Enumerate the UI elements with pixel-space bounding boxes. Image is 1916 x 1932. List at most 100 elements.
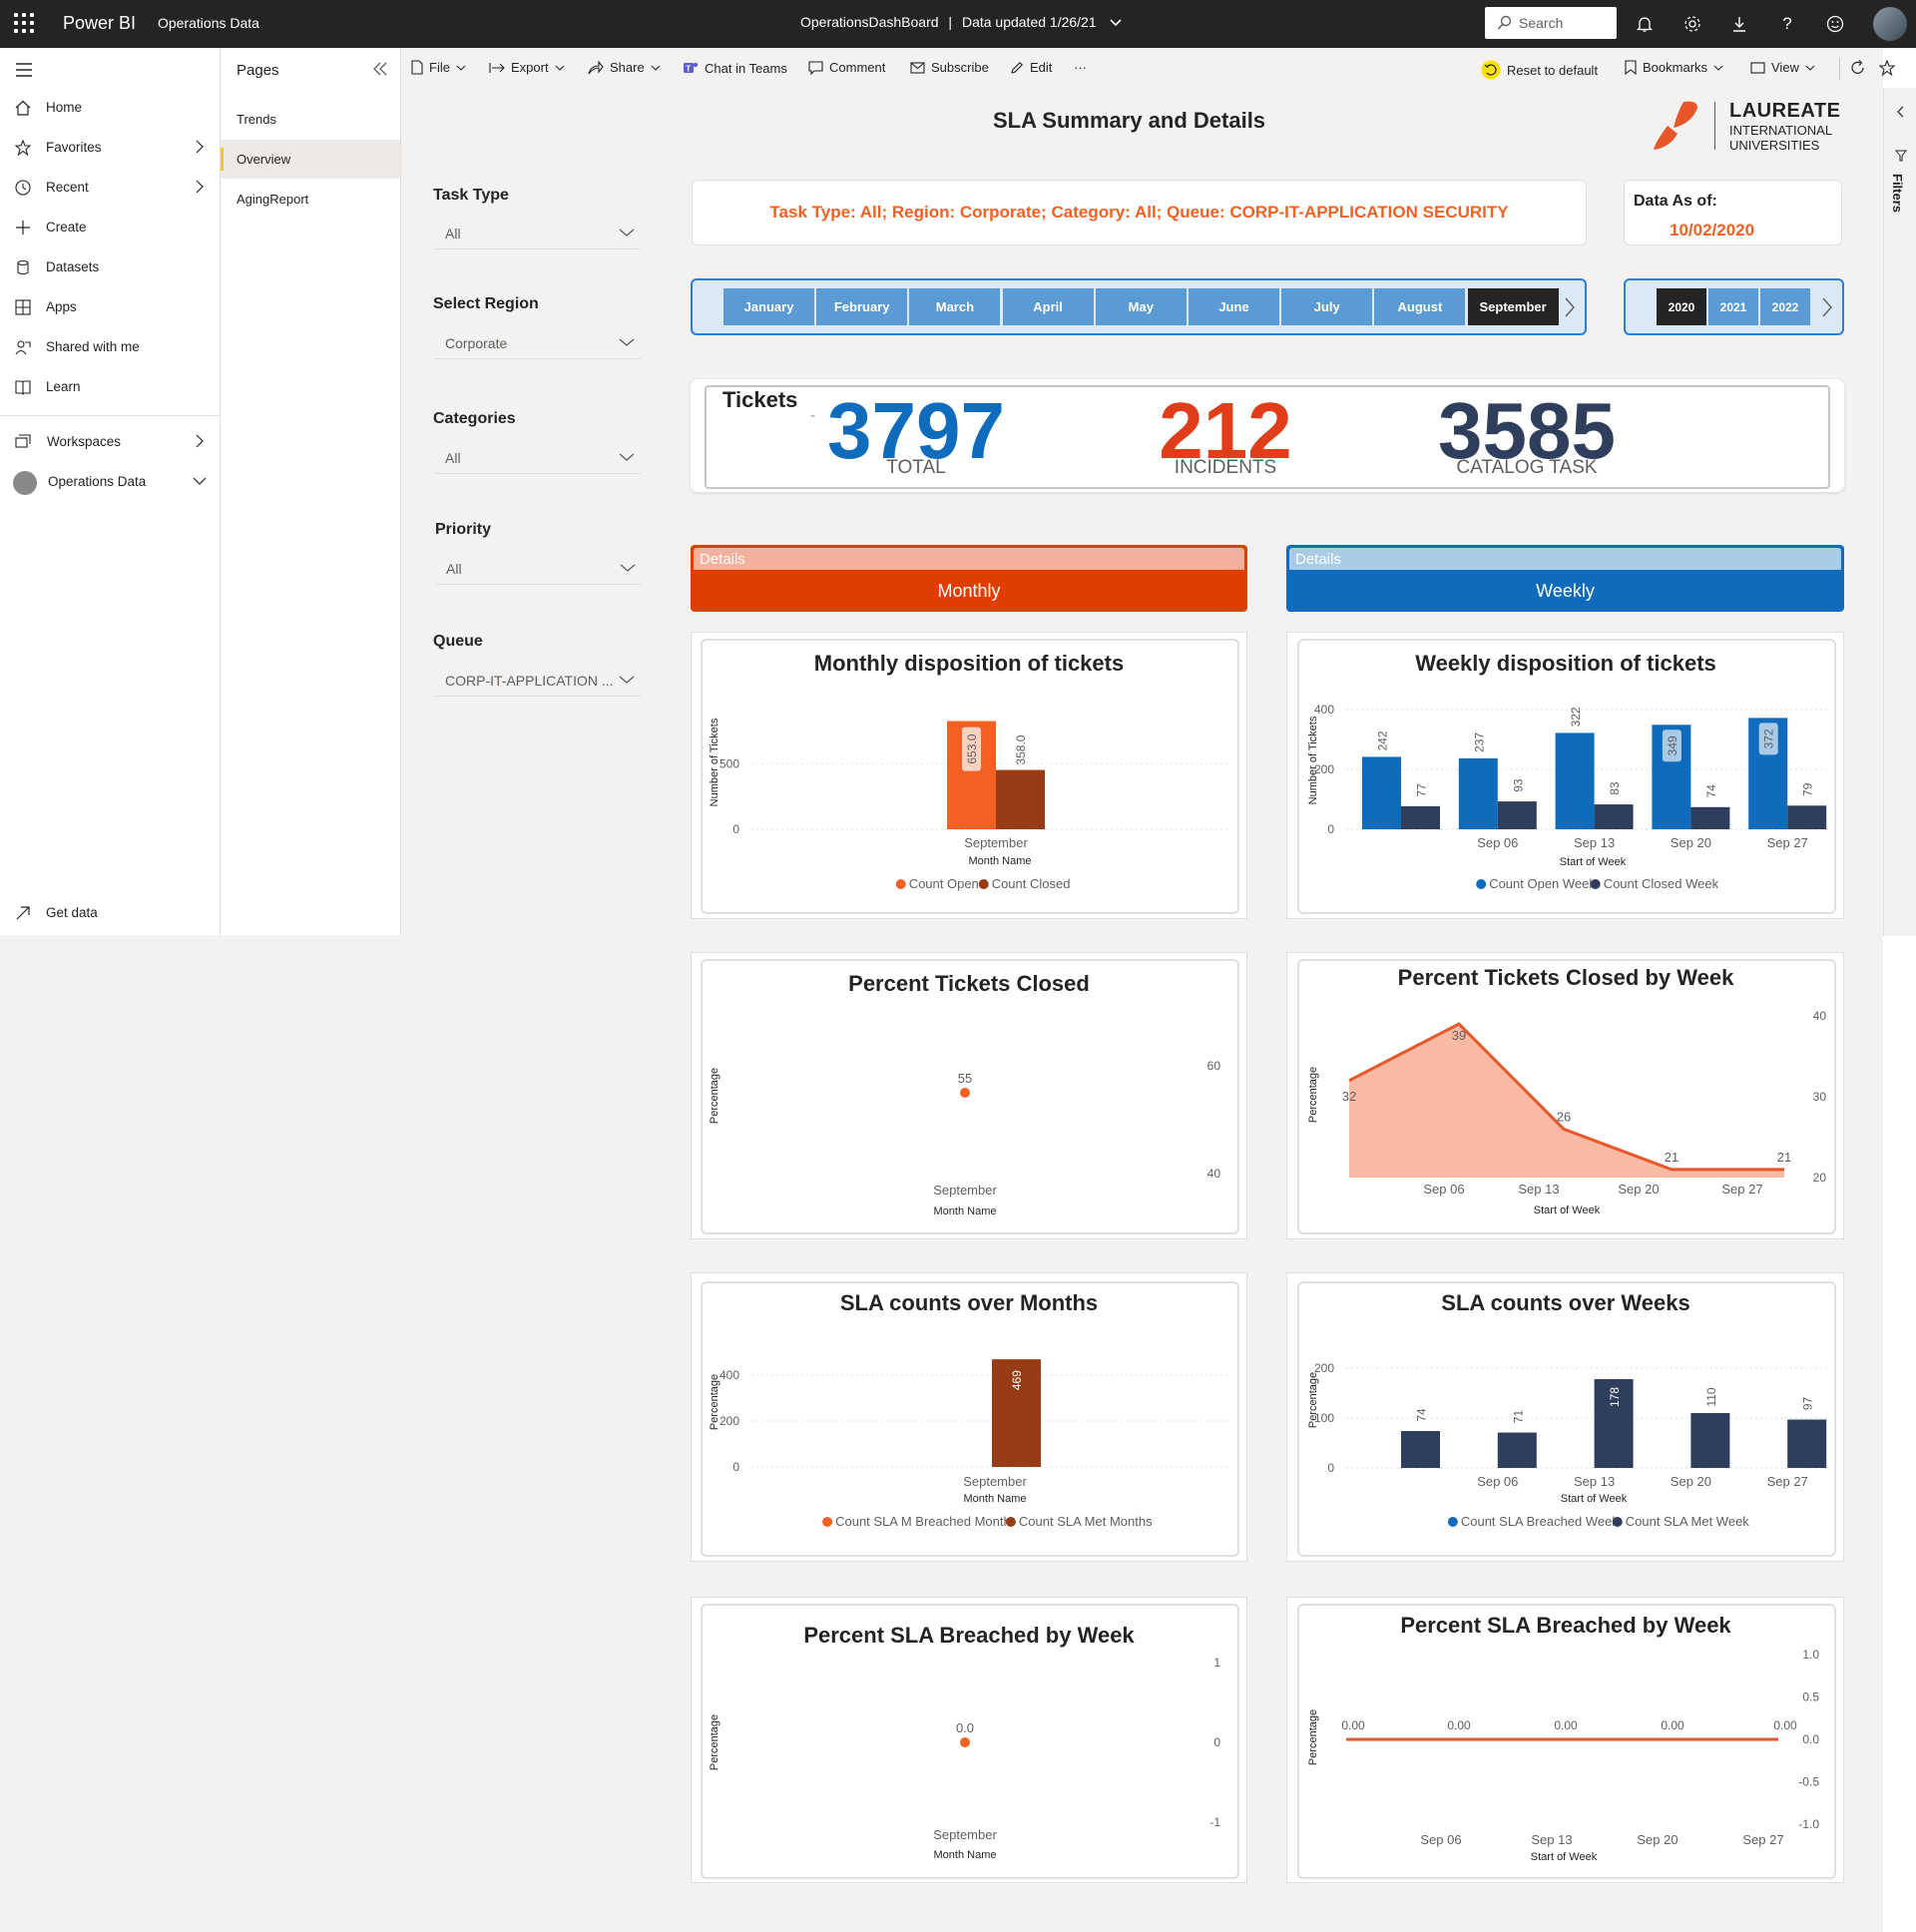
help-icon[interactable]: ? — [1775, 12, 1799, 36]
legend-label: Count Open Week — [1489, 876, 1596, 891]
arrow-up-right-icon — [16, 906, 30, 920]
workspace-avatar-icon — [13, 471, 37, 495]
month-chip-march[interactable]: March — [909, 288, 1001, 325]
subscribe-button[interactable]: Subscribe — [910, 60, 989, 75]
nav-home[interactable]: Home — [0, 88, 221, 128]
download-icon[interactable] — [1727, 12, 1751, 36]
nav-favorites[interactable]: Favorites — [0, 128, 221, 168]
chart-percent-closed[interactable]: Percent Tickets Closed Percentage Month Na… — [700, 958, 1238, 1233]
chart-percent-breached-week[interactable]: Percent SLA Breached by Week Percentage St… — [1296, 1603, 1835, 1878]
month-chip-january[interactable]: January — [723, 288, 814, 325]
priority-value: All — [446, 561, 462, 577]
chevron-right-icon[interactable] — [1820, 296, 1834, 318]
queue-dropdown[interactable]: CORP-IT-APPLICATION ... — [435, 667, 641, 697]
month-chip-june[interactable]: June — [1189, 288, 1279, 325]
search-box[interactable]: Search — [1485, 7, 1617, 39]
export-menu[interactable]: Export — [489, 60, 565, 75]
nav-workspaces[interactable]: Workspaces — [0, 422, 221, 462]
month-chip-february[interactable]: February — [816, 288, 908, 325]
page-aging-report[interactable]: AgingReport — [221, 180, 400, 219]
chart-weekly-disposition[interactable]: Weekly disposition of tickets Number of T… — [1296, 638, 1835, 913]
y-tick-label: -0.5 — [1798, 1775, 1819, 1789]
bar — [1787, 805, 1827, 829]
chevron-down-icon — [620, 564, 636, 572]
bell-icon[interactable] — [1633, 12, 1657, 36]
share-menu[interactable]: Share — [588, 60, 661, 75]
data-label: 242 — [1376, 730, 1390, 750]
favorite-button[interactable] — [1879, 60, 1895, 76]
nav-recent[interactable]: Recent — [0, 168, 221, 208]
page-trends[interactable]: Trends — [221, 100, 400, 139]
chat-in-teams-button[interactable]: T Chat in Teams — [683, 60, 787, 76]
month-chip-september[interactable]: September — [1467, 288, 1559, 325]
nav-datasets[interactable]: Datasets — [0, 247, 221, 287]
refresh-button[interactable] — [1850, 60, 1866, 76]
kpi-card: Tickets - 3797 TOTAL 212 INCIDENTS 3585 … — [691, 379, 1844, 492]
nav-shared[interactable]: Shared with me — [0, 327, 221, 367]
empty-area — [0, 935, 401, 1932]
file-menu[interactable]: File — [411, 60, 466, 75]
y-tick-label: 60 — [1207, 1059, 1221, 1073]
y-tick-label: 0 — [732, 822, 739, 836]
month-chip-august[interactable]: August — [1374, 288, 1466, 325]
more-options-button[interactable]: ··· — [1074, 60, 1087, 75]
nav-toggle[interactable] — [0, 48, 221, 88]
refresh-icon — [1851, 60, 1864, 74]
data-label: 39 — [1452, 1028, 1466, 1043]
app-launcher-icon[interactable] — [14, 13, 34, 33]
chevron-down-icon — [555, 65, 564, 71]
categories-dropdown[interactable]: All — [435, 444, 641, 474]
year-chip-2021[interactable]: 2021 — [1708, 288, 1758, 325]
star-icon — [15, 140, 31, 156]
nav-label: Learn — [46, 379, 81, 394]
month-chip-april[interactable]: April — [1002, 288, 1094, 325]
nav-apps[interactable]: Apps — [0, 287, 221, 327]
view-menu[interactable]: View — [1750, 60, 1815, 75]
data-label: 83 — [1608, 781, 1622, 795]
chart-monthly-disposition[interactable]: Monthly disposition of ticketsNumber of … — [700, 638, 1238, 913]
bar — [1497, 801, 1537, 829]
bar — [1401, 805, 1440, 829]
task-type-dropdown[interactable]: All — [435, 220, 641, 249]
chevron-right-icon[interactable] — [1563, 296, 1577, 318]
y-tick-label: 0 — [1327, 1461, 1334, 1475]
month-chip-july[interactable]: July — [1281, 288, 1373, 325]
nav-learn[interactable]: Learn — [0, 367, 221, 407]
comment-label: Comment — [829, 60, 886, 75]
chart-title: Percent SLA Breached by Week — [1400, 1613, 1731, 1638]
smiley-icon[interactable] — [1823, 12, 1847, 36]
filters-label: Filters — [1890, 174, 1905, 214]
y-tick-label: 40 — [1207, 1167, 1221, 1181]
region-dropdown[interactable]: Corporate — [435, 329, 641, 359]
logo-line-3: UNIVERSITIES — [1729, 138, 1820, 153]
data-label: 97 — [1801, 1397, 1815, 1411]
edit-button[interactable]: Edit — [1010, 60, 1052, 75]
chart-percent-closed-week[interactable]: Percent Tickets Closed by Week Percentage… — [1296, 958, 1835, 1233]
monthly-details-button[interactable]: Details Monthly — [691, 545, 1247, 612]
chart-percent-breached-month[interactable]: Percent SLA Breached by Week Percentage Mo… — [700, 1603, 1238, 1878]
user-avatar[interactable] — [1873, 7, 1907, 41]
priority-dropdown[interactable]: All — [436, 555, 642, 585]
double-chevron-left-icon[interactable] — [371, 60, 389, 78]
chart-sla-weeks[interactable]: SLA counts over WeeksPercentageStart of … — [1296, 1280, 1835, 1556]
nav-create[interactable]: Create — [0, 208, 221, 247]
x-tick-label: September — [964, 835, 1028, 850]
brand-name[interactable]: Power BI — [63, 13, 136, 34]
nav-operations-data[interactable]: Operations Data — [0, 462, 221, 502]
year-chip-2022[interactable]: 2022 — [1760, 288, 1810, 325]
year-chip-2020[interactable]: 2020 — [1657, 288, 1706, 325]
bookmarks-menu[interactable]: Bookmarks — [1625, 60, 1723, 75]
reset-to-default-button[interactable]: Reset to default — [1481, 60, 1598, 80]
nav-get-data[interactable]: Get data — [0, 895, 221, 935]
file-label: File — [429, 60, 450, 75]
comment-button[interactable]: Comment — [808, 60, 885, 75]
workspace-breadcrumb[interactable]: Operations Data — [158, 15, 259, 31]
page-overview[interactable]: Overview — [221, 140, 400, 179]
report-header[interactable]: OperationsDashBoard | Data updated 1/26/… — [800, 14, 1123, 30]
monthly-details-caption: Details — [700, 551, 745, 568]
filters-pane-collapsed[interactable]: Filters — [1883, 88, 1916, 936]
month-chip-may[interactable]: May — [1095, 288, 1187, 325]
weekly-details-button[interactable]: Details Weekly — [1286, 545, 1844, 612]
chart-sla-months[interactable]: SLA counts over MonthsPercentageMonth Na… — [700, 1280, 1238, 1556]
gear-icon[interactable] — [1680, 12, 1704, 36]
